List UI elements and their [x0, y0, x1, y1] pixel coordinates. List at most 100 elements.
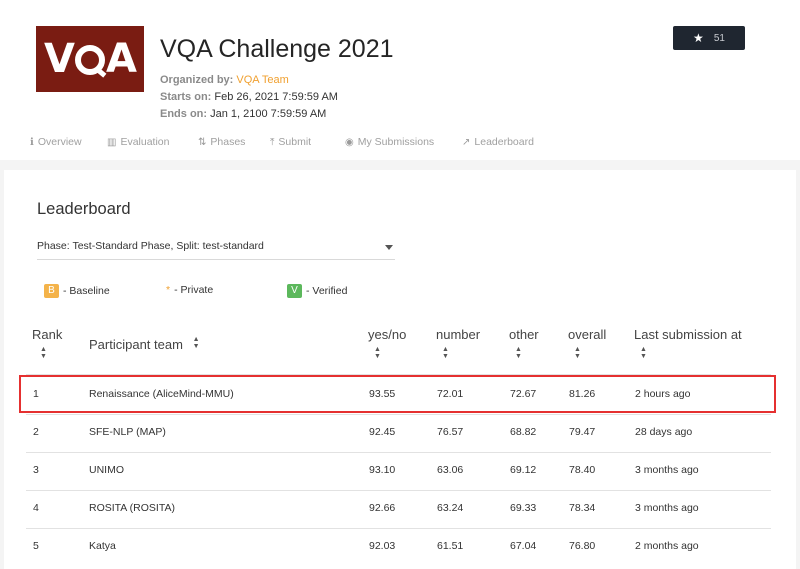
leaderboard-title: Leaderboard [37, 200, 131, 218]
star-count: 51 [713, 32, 725, 44]
bar-chart-icon: ▥ [107, 136, 117, 148]
tab-label: Leaderboard [474, 136, 534, 148]
baseline-badge: B [44, 284, 59, 298]
cell-last-submission: 28 days ago [635, 426, 693, 438]
row-divider [26, 414, 771, 415]
end-label: Ends on: [160, 108, 208, 120]
challenge-logo: VA [36, 26, 144, 92]
tab-label: Overview [37, 136, 82, 148]
header-label: overall [568, 327, 607, 342]
chevron-down-icon [385, 245, 393, 250]
cell-rank: 3 [33, 464, 39, 476]
tab-my-submissions[interactable]: ◉ My Submissions [345, 136, 434, 148]
cell-number: 63.24 [437, 502, 464, 514]
start-date: Feb 26, 2021 7:59:59 AM [214, 91, 338, 103]
logo-text: VA [44, 36, 137, 82]
cell-rank: 2 [33, 426, 39, 438]
highlight-box [19, 375, 776, 413]
phase-split-select[interactable]: Phase: Test-Standard Phase, Split: test-… [37, 240, 395, 260]
start-label: Starts on: [160, 91, 212, 103]
tab-label: Evaluation [120, 136, 170, 148]
tab-overview[interactable]: ℹ Overview [30, 136, 82, 148]
eye-icon: ◉ [345, 136, 354, 148]
sort-icon: ▲ ▼ [374, 346, 381, 360]
phase-value: Test-Standard Phase [72, 240, 171, 252]
start-date-line: Starts on: Feb 26, 2021 7:59:59 AM [160, 91, 338, 103]
cell-last-submission: 2 months ago [635, 540, 699, 552]
cell-yes-no: 92.03 [369, 540, 396, 552]
cell-other: 69.33 [510, 502, 537, 514]
header-label: Last submission at [634, 327, 742, 342]
row-divider [26, 490, 771, 491]
cell-last-submission: 3 months ago [635, 502, 699, 514]
cell-yes-no: 92.66 [369, 502, 396, 514]
phase-label: Phase: [37, 240, 70, 252]
star-icon: ★ [693, 31, 704, 45]
end-date-line: Ends on: Jan 1, 2100 7:59:59 AM [160, 108, 326, 120]
header-label: other [509, 327, 539, 342]
cell-number: 76.57 [437, 426, 464, 438]
cell-team[interactable]: UNIMO [89, 464, 124, 476]
tab-label: Phases [210, 136, 246, 148]
cell-overall: 78.40 [569, 464, 596, 476]
tab-phases[interactable]: ⇅ Phases [198, 136, 245, 148]
cell-yes-no: 92.45 [369, 426, 396, 438]
cell-rank: 5 [33, 540, 39, 552]
organizer-link[interactable]: VQA Team [236, 74, 288, 86]
cell-team[interactable]: Katya [89, 540, 116, 552]
sort-icon: ▲ ▼ [192, 336, 200, 350]
row-divider [26, 452, 771, 453]
cell-overall: 76.80 [569, 540, 596, 552]
column-header-last-submission[interactable]: Last submission at ▲ ▼ [634, 327, 742, 361]
cell-rank: 4 [33, 502, 39, 514]
header-label: yes/no [368, 327, 407, 342]
cell-yes-no: 93.10 [369, 464, 396, 476]
cell-other: 67.04 [510, 540, 537, 552]
verified-badge: V [287, 284, 302, 298]
legend-label: - Baseline [63, 285, 110, 297]
watermark [708, 539, 784, 561]
sort-icon: ▲ ▼ [40, 346, 47, 360]
legend-label: - Verified [306, 285, 348, 297]
split-value: test-standard [202, 240, 264, 252]
sort-icon: ▲ ▼ [574, 346, 581, 360]
header-label: Rank [32, 327, 63, 342]
column-header-overall[interactable]: overall ▲ ▼ [568, 327, 606, 361]
cell-other: 69.12 [510, 464, 537, 476]
cell-team[interactable]: SFE-NLP (MAP) [89, 426, 166, 438]
sort-icon: ▲ ▼ [442, 346, 449, 360]
tab-evaluation[interactable]: ▥ Evaluation [107, 136, 170, 148]
organizer-line: Organized by: VQA Team [160, 74, 289, 86]
challenge-header: VA VQA Challenge 2021 Organized by: VQA … [0, 0, 800, 160]
cell-number: 61.51 [437, 540, 464, 552]
legend-label: - Private [174, 284, 214, 296]
row-divider [26, 528, 771, 529]
tab-submit[interactable]: ⤒ Submit [270, 136, 311, 148]
cell-number: 63.06 [437, 464, 464, 476]
tab-label: Submit [278, 136, 312, 148]
private-mark: * [166, 284, 171, 296]
upload-icon: ⤒ [270, 136, 275, 148]
cell-overall: 79.47 [569, 426, 596, 438]
cell-team[interactable]: ROSITA (ROSITA) [89, 502, 175, 514]
tab-leaderboard[interactable]: ↗ Leaderboard [462, 136, 534, 148]
line-chart-icon: ↗ [462, 136, 471, 148]
tab-label: My Submissions [357, 136, 435, 148]
sort-arrows-icon: ⇅ [198, 136, 207, 148]
column-header-team[interactable]: Participant team ▲ ▼ [89, 336, 200, 352]
sort-icon: ▲ ▼ [640, 346, 647, 360]
column-header-yes-no[interactable]: yes/no ▲ ▼ [368, 327, 406, 361]
column-header-other[interactable]: other ▲ ▼ [509, 327, 539, 361]
challenge-tabs: ℹ Overview ▥ Evaluation ⇅ Phases ⤒ Submi… [0, 136, 800, 152]
star-button[interactable]: ★ 51 [673, 26, 745, 50]
page-title: VQA Challenge 2021 [160, 35, 394, 63]
legend-verified: V - Verified [287, 284, 347, 298]
end-date: Jan 1, 2100 7:59:59 AM [210, 108, 327, 120]
cell-other: 68.82 [510, 426, 537, 438]
column-header-number[interactable]: number ▲ ▼ [436, 327, 480, 361]
column-header-rank[interactable]: Rank ▲ ▼ [32, 327, 62, 361]
legend-baseline: B - Baseline [44, 284, 110, 298]
organizer-label: Organized by: [160, 74, 234, 86]
sort-icon: ▲ ▼ [515, 346, 522, 360]
info-icon: ℹ [30, 136, 34, 148]
